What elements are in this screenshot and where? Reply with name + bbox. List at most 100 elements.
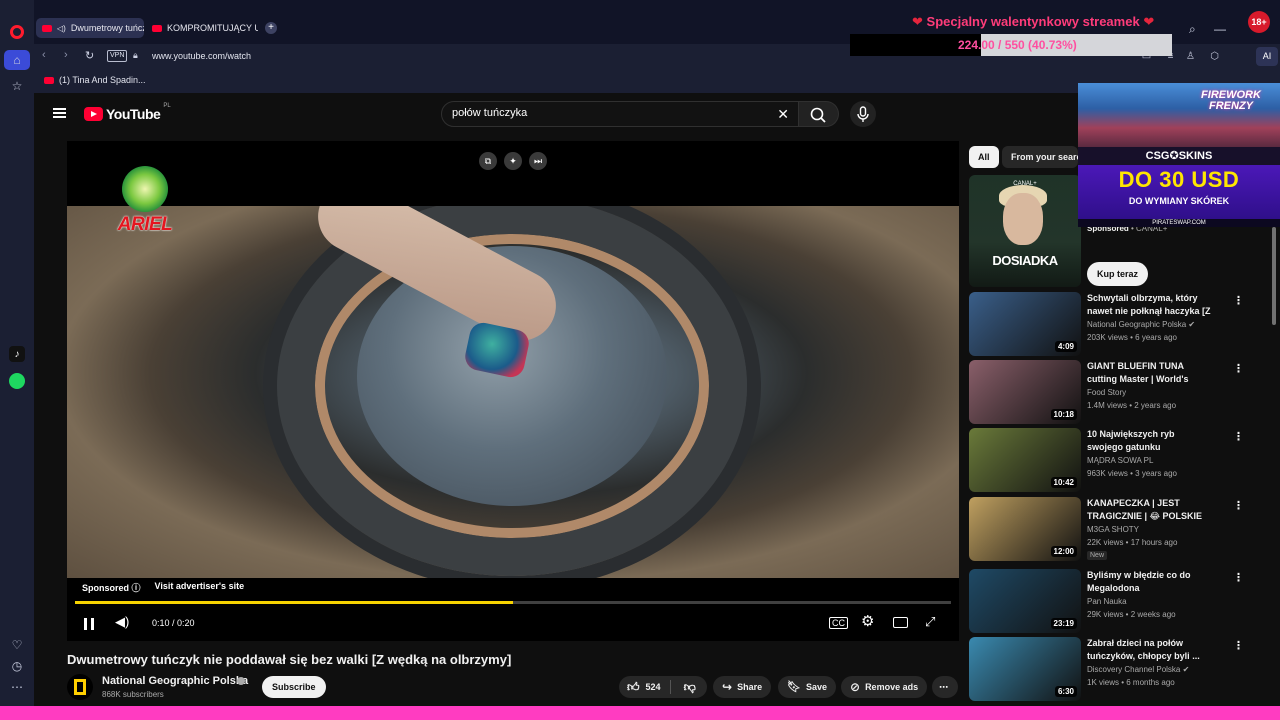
skip-icon[interactable]: ⏭ [529, 152, 547, 170]
channel-name[interactable]: Pan Nauka [1087, 597, 1127, 606]
tab-active[interactable]: ◁) Dwumetrowy tuńczyk [36, 18, 144, 38]
thumbs-up-icon: 👍︎ [627, 680, 640, 694]
video-title[interactable]: GIANT BLUEFIN TUNA cutting Master | Worl… [1087, 360, 1211, 386]
tab-second[interactable]: KOMPROMITUJĄCY UPAD [146, 18, 258, 38]
lock-icon[interactable]: 🔒︎ [133, 50, 138, 61]
more-vertical-icon[interactable]: ⋮ [1233, 430, 1244, 443]
visit-advertiser-link[interactable]: Visit advertiser's site [155, 581, 245, 594]
ad-url: PIRATESWAP.COM [1078, 219, 1280, 227]
recommendation-item[interactable]: 10:18 GIANT BLUEFIN TUNA cutting Master |… [969, 360, 1249, 424]
video-title[interactable]: 10 Największych ryb swojego gatunku [1087, 428, 1211, 454]
search-input[interactable] [452, 107, 772, 119]
more-vertical-icon[interactable]: ⋮ [1233, 362, 1244, 375]
vpn-badge[interactable]: VPN [107, 50, 128, 62]
miniplayer-icon[interactable]: ⧉ [479, 152, 497, 170]
tiktok-icon[interactable]: ♪ [8, 345, 26, 363]
spotify-icon[interactable] [8, 372, 26, 390]
video-thumbnail[interactable]: 23:19 [969, 569, 1081, 633]
bookmark-label: (1) Tina And Spadin... [59, 75, 146, 85]
sponsored-thumbnail[interactable]: CANAL+ DOSIADKA [969, 175, 1081, 287]
video-thumbnail[interactable]: 10:42 [969, 428, 1081, 492]
more-vertical-icon[interactable]: ⋮ [1233, 639, 1244, 652]
video-player[interactable]: ⧉ ✦ ⏭ ARIEL Sponsored ⓘ Visit advertiser… [67, 141, 959, 641]
star-icon[interactable]: ☆ [8, 77, 26, 95]
subscribe-button[interactable]: Subscribe [262, 676, 326, 698]
settings-gear-icon[interactable]: ⚙ [861, 612, 874, 630]
share-button[interactable]: ↪ Share [713, 676, 772, 698]
buy-now-button[interactable]: Kup teraz [1087, 262, 1149, 286]
cube-icon[interactable]: ⬡ [1208, 50, 1221, 63]
recommendation-item[interactable]: 10:42 10 Największych ryb swojego gatunku… [969, 428, 1249, 492]
recommendation-item[interactable]: 12:00 KANAPECZKA | JEST TRAGICZNIE | 😂 PO… [969, 497, 1249, 561]
scrollbar[interactable] [1272, 227, 1276, 325]
more-icon[interactable]: ⋯ [8, 678, 26, 696]
chip-all[interactable]: All [969, 146, 999, 168]
video-title[interactable]: KANAPECZKA | JEST TRAGICZNIE | 😂 POLSKIE… [1087, 497, 1211, 523]
volume-icon[interactable]: ◀) [115, 614, 129, 630]
video-meta: 203K views • 6 years ago [1087, 333, 1177, 342]
reload-icon[interactable]: ↻ [85, 49, 94, 62]
clear-search-icon[interactable]: ✕ [777, 106, 789, 123]
more-vertical-icon[interactable]: ⋮ [1233, 571, 1244, 584]
video-meta: 1.4M views • 2 years ago [1087, 401, 1177, 410]
opera-logo-icon[interactable] [8, 23, 26, 41]
video-thumbnail[interactable]: 6:30 [969, 637, 1081, 701]
recommendation-item[interactable]: 4:09 Schwytali olbrzyma, który nawet nie … [969, 292, 1249, 356]
fullscreen-icon[interactable]: ⤢ [925, 614, 935, 630]
more-vertical-icon[interactable]: ⋮ [1233, 499, 1244, 512]
bookmark-item[interactable]: (1) Tina And Spadin... [44, 75, 146, 85]
youtube-favicon-icon [44, 76, 54, 84]
theater-mode-icon[interactable] [893, 617, 908, 628]
ai-sparkle-icon[interactable]: ✦ [504, 152, 522, 170]
youtube-logo[interactable]: YouTube PL [84, 103, 171, 122]
chip-from-your-search[interactable]: From your search [1002, 146, 1078, 168]
video-title[interactable]: Zabrał dzieci na połów tuńczyków, chłopc… [1087, 637, 1211, 663]
video-thumbnail[interactable]: 12:00 [969, 497, 1081, 561]
heart-icon: ❤ [912, 14, 923, 29]
video-title[interactable]: Byliśmy w błędzie co do Megalodona [1087, 569, 1211, 595]
search-icon[interactable]: ⌕ [1189, 22, 1196, 37]
channel-name[interactable]: M3GA SHOTY [1087, 525, 1139, 534]
hamburger-menu-icon[interactable] [53, 108, 66, 118]
age-badge: 18+ [1248, 11, 1270, 33]
video-title[interactable]: Schwytali olbrzyma, który nawet nie połk… [1087, 292, 1211, 318]
channel-name[interactable]: National Geographic Polska ✔︎ [1087, 320, 1195, 329]
search-icon [810, 107, 826, 123]
back-icon[interactable]: ‹ [42, 49, 46, 61]
video-thumbnail[interactable]: 4:09 [969, 292, 1081, 356]
video-thumbnail[interactable]: 10:18 [969, 360, 1081, 424]
video-meta: 963K views • 3 years ago [1087, 469, 1177, 478]
search-button[interactable] [799, 101, 839, 127]
channel-name[interactable]: MĄDRA SOWA PL [1087, 456, 1153, 465]
channel-name[interactable]: Discovery Channel Polska ✔︎ [1087, 665, 1189, 674]
recommendation-item[interactable]: 23:19 Byliśmy w błędzie co do Megalodona P… [969, 569, 1249, 633]
new-tab-button[interactable]: + [265, 22, 277, 34]
remove-ads-button[interactable]: ⊘ Remove ads [841, 676, 928, 698]
progress-bar[interactable] [75, 601, 951, 604]
search-box[interactable]: ✕ [441, 101, 799, 127]
history-icon[interactable]: ◷ [8, 657, 26, 675]
dislike-button[interactable]: 👎︎ [676, 676, 704, 699]
url-field[interactable]: www.youtube.com/watch [152, 51, 251, 61]
like-button[interactable]: 👍︎ 524 [619, 680, 671, 694]
duration-badge: 10:42 [1050, 477, 1077, 488]
voice-search-button[interactable] [850, 101, 876, 127]
minimize-icon[interactable]: — [1214, 22, 1226, 36]
forward-icon[interactable]: › [64, 49, 68, 61]
profile-icon[interactable]: ♙ [1184, 50, 1197, 63]
channel-avatar[interactable] [67, 674, 93, 700]
save-button[interactable]: 🔖︎ Save [778, 676, 836, 698]
game-ad-overlay[interactable]: FIREWORK FRENZY CSG✪SKINS DO 30 USD DO W… [1078, 83, 1280, 227]
remove-ads-label: Remove ads [865, 682, 919, 692]
home-icon[interactable]: ⌂ [4, 50, 30, 70]
ai-button[interactable]: AI [1256, 47, 1278, 66]
video-meta: 29K views • 2 weeks ago [1087, 610, 1176, 619]
recommendation-item[interactable]: 6:30 Zabrał dzieci na połów tuńczyków, ch… [969, 637, 1249, 701]
more-actions-button[interactable]: ⋯ [932, 676, 958, 698]
captions-icon[interactable]: CC [829, 617, 848, 629]
channel-name[interactable]: National Geographic Polska [102, 675, 248, 687]
heart-icon[interactable]: ♡ [8, 636, 26, 654]
pause-button[interactable] [84, 618, 94, 630]
more-vertical-icon[interactable]: ⋮ [1233, 294, 1244, 307]
channel-name[interactable]: Food Story [1087, 388, 1126, 397]
